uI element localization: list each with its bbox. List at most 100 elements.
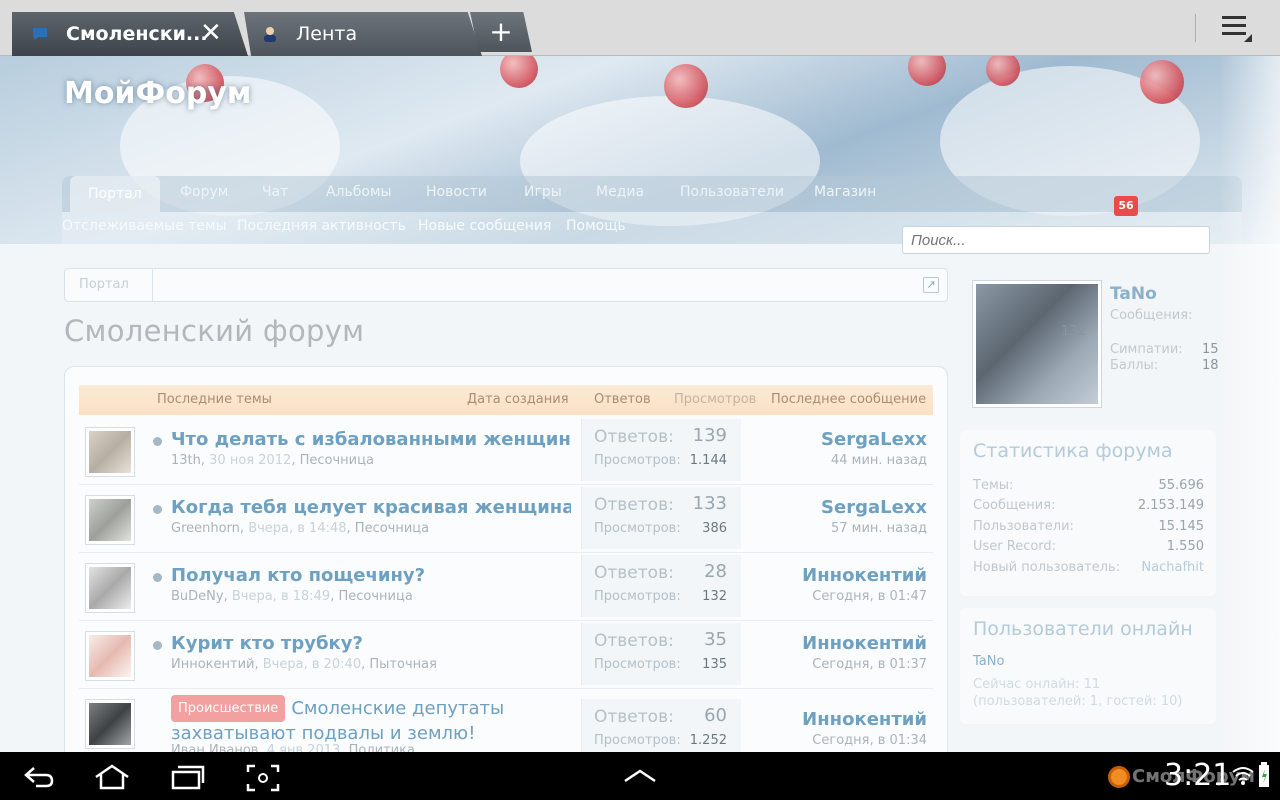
battery-icon <box>1259 762 1269 787</box>
chat-bubble-icon <box>33 28 47 40</box>
stat-value: 15.145 <box>1158 519 1205 534</box>
thread-author-avatar[interactable] <box>85 699 135 749</box>
thread-forum[interactable]: Песочница <box>338 589 412 604</box>
nav-item-portal[interactable]: Портал <box>70 176 160 212</box>
subnav-help[interactable]: Помощь <box>566 218 626 234</box>
notification-icon[interactable] <box>1108 766 1130 788</box>
thread-stats: Ответов: 139 Просмотров: 1.144 <box>581 419 741 481</box>
views-count: 1.252 <box>689 733 727 748</box>
tab-close-icon[interactable]: ✕ <box>200 20 222 46</box>
subnav-watched[interactable]: Отслеживаемые темы <box>62 218 227 234</box>
views-label: Просмотров: <box>594 733 681 748</box>
notification-badge[interactable]: 56 <box>1114 196 1138 216</box>
header-topics: Последние темы <box>157 392 272 407</box>
nav-item-chat[interactable]: Чат <box>262 184 288 200</box>
nav-item-shop[interactable]: Магазин <box>814 184 876 200</box>
last-post-time[interactable]: 44 мин. назад <box>831 453 927 468</box>
header-replies[interactable]: Ответов <box>594 392 651 407</box>
last-post-user[interactable]: SergaLexx <box>821 429 927 450</box>
stats-row: Темы: 55.696 <box>973 478 1204 493</box>
last-post-time[interactable]: 57 мин. назад <box>831 521 927 536</box>
nav-item-albums[interactable]: Альбомы <box>326 184 392 200</box>
thread-author-avatar[interactable] <box>85 427 135 477</box>
nav-item-users[interactable]: Пользователи <box>680 184 784 200</box>
chevron-up-icon[interactable] <box>622 768 658 784</box>
thread-forum[interactable]: Пыточная <box>369 657 437 672</box>
thread-meta: 13th, 30 ноя 2012, Песочница <box>171 453 374 468</box>
stats-title: Статистика форума <box>973 440 1173 462</box>
search-input[interactable] <box>902 226 1210 254</box>
system-navigation-bar: СмолФорум 3:21 <box>0 752 1280 800</box>
newest-user-link[interactable]: Nachafhit <box>1141 560 1204 575</box>
thread-row[interactable]: Курит кто трубку? Иннокентий, Вчера, в 2… <box>79 621 933 689</box>
unread-dot-icon <box>153 437 162 446</box>
thread-forum[interactable]: Песочница <box>355 521 429 536</box>
nav-item-media[interactable]: Медиа <box>596 184 644 200</box>
stat-value: 55.696 <box>1158 478 1205 493</box>
thread-prefix-badge[interactable]: Происшествие <box>171 695 286 722</box>
thread-title[interactable]: Что делать с избалованными женщинами? <box>171 429 571 450</box>
header-last-post[interactable]: Последнее сообщение <box>771 392 926 407</box>
threads-header: Последние темы Дата создания Ответов Про… <box>79 385 933 415</box>
stat-label: Пользователи: <box>973 519 1074 534</box>
thread-title[interactable]: Получал кто пощечину? <box>171 565 571 586</box>
thread-title[interactable]: Курит кто трубку? <box>171 633 571 654</box>
breadcrumb-portal[interactable]: Портал <box>79 277 129 292</box>
screenshot-icon[interactable] <box>246 764 280 792</box>
thread-meta: Greenhorn, Вчера, в 14:48, Песочница <box>171 521 430 536</box>
thread-forum[interactable]: Песочница <box>300 453 374 468</box>
nav-item-forum[interactable]: Форум <box>180 184 228 200</box>
thread-author-avatar[interactable] <box>85 563 135 613</box>
online-user-link[interactable]: TaNo <box>973 654 1004 669</box>
thread-title[interactable]: Когда тебя целует красивая женщина ты... <box>171 497 571 518</box>
thread-row[interactable]: Происшествие Смоленские депутаты захватыв… <box>79 689 933 752</box>
back-icon[interactable] <box>22 764 56 790</box>
last-post-user[interactable]: Иннокентий <box>802 565 927 586</box>
thread-author[interactable]: Иван Иванов <box>171 743 258 752</box>
thread-author[interactable]: Greenhorn <box>171 521 240 536</box>
thread-author[interactable]: 13th <box>171 453 201 468</box>
header-created[interactable]: Дата создания <box>467 392 569 407</box>
new-tab-button[interactable]: + <box>470 12 532 52</box>
replies-count: 60 <box>704 705 727 726</box>
subnav-activity[interactable]: Последняя активность <box>237 218 406 234</box>
thread-row[interactable]: Что делать с избалованными женщинами? 13… <box>79 417 933 485</box>
user-name[interactable]: TaNo <box>1110 284 1157 304</box>
recent-apps-icon[interactable] <box>170 764 206 790</box>
home-icon[interactable] <box>92 764 132 790</box>
frost-overlay <box>1220 56 1280 752</box>
stat-value: 1.550 <box>1166 539 1204 554</box>
thread-forum[interactable]: Политика <box>349 743 415 752</box>
replies-count: 35 <box>704 629 727 650</box>
last-post-time[interactable]: Сегодня, в 01:37 <box>812 657 927 672</box>
nav-item-games[interactable]: Игры <box>524 184 562 200</box>
browser-tab-active[interactable]: Смоленски... ✕ <box>12 12 248 56</box>
thread-row[interactable]: Получал кто пощечину? BuDeNy, Вчера, в 1… <box>79 553 933 621</box>
messages-count: 132 <box>1061 324 1086 339</box>
clock[interactable]: 3:21 <box>1164 758 1231 793</box>
thread-date: 4 янв 2013 <box>266 743 341 752</box>
browser-menu-icon[interactable] <box>1222 14 1252 42</box>
last-post-time[interactable]: Сегодня, в 01:47 <box>812 589 927 604</box>
site-logo[interactable]: МойФорум <box>64 76 251 111</box>
thread-title-block[interactable]: Происшествие Смоленские депутаты захватыв… <box>171 695 571 745</box>
header-views[interactable]: Просмотров <box>674 392 756 407</box>
thread-row[interactable]: Когда тебя целует красивая женщина ты...… <box>79 485 933 553</box>
stats-row: Сообщения: 2.153.149 <box>973 498 1204 513</box>
last-post-user[interactable]: Иннокентий <box>802 633 927 654</box>
nav-item-news[interactable]: Новости <box>426 184 487 200</box>
last-post-user[interactable]: SergaLexx <box>821 497 927 518</box>
user-avatar[interactable] <box>972 280 1102 408</box>
thread-author[interactable]: BuDeNy <box>171 589 224 604</box>
thread-author-avatar[interactable] <box>85 495 135 545</box>
thread-author-avatar[interactable] <box>85 631 135 681</box>
subnav-new-posts[interactable]: Новые сообщения <box>418 218 551 234</box>
browser-tab-inactive[interactable]: Лента <box>244 12 482 56</box>
breadcrumb-separator <box>135 269 153 301</box>
last-post-user[interactable]: Иннокентий <box>802 709 927 730</box>
last-post-time[interactable]: Сегодня, в 01:34 <box>812 733 927 748</box>
replies-label: Ответов: <box>594 563 674 583</box>
breadcrumb: Портал ↗ <box>64 268 948 302</box>
thread-author[interactable]: Иннокентий <box>171 657 255 672</box>
expand-icon[interactable]: ↗ <box>923 277 939 293</box>
